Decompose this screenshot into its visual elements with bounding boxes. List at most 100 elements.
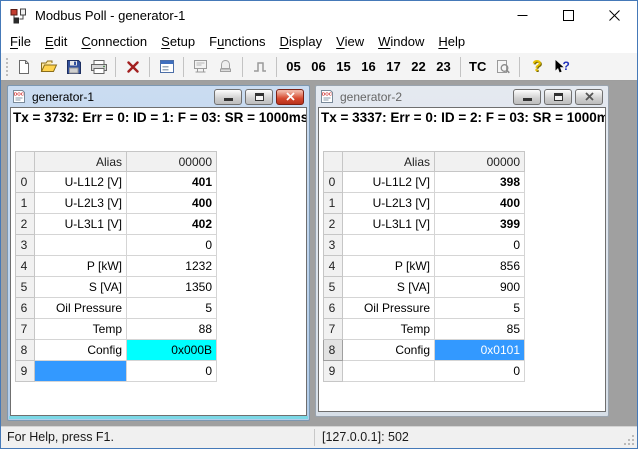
- close-button[interactable]: [591, 1, 637, 30]
- value-column-header[interactable]: 00000: [435, 152, 525, 172]
- value-cell[interactable]: 0: [435, 235, 525, 256]
- row-number-cell[interactable]: 1: [324, 193, 343, 214]
- menu-display[interactable]: Display: [273, 31, 330, 52]
- value-cell[interactable]: 1232: [127, 256, 217, 277]
- alias-cell[interactable]: Oil Pressure: [35, 298, 127, 319]
- alias-column-header[interactable]: Alias: [343, 152, 435, 172]
- row-number-cell[interactable]: 7: [324, 319, 343, 340]
- menu-window[interactable]: Window: [371, 31, 431, 52]
- child1-titlebar[interactable]: DOC generator-1: [8, 86, 309, 107]
- resize-grip[interactable]: [623, 434, 635, 446]
- value-cell[interactable]: 900: [435, 277, 525, 298]
- alias-column-header[interactable]: Alias: [35, 152, 127, 172]
- row-number-cell[interactable]: 4: [324, 256, 343, 277]
- alias-cell[interactable]: P [kW]: [35, 256, 127, 277]
- alias-cell[interactable]: U-L1L2 [V]: [35, 172, 127, 193]
- child1-restore-button[interactable]: [245, 89, 273, 105]
- row-number-cell[interactable]: 0: [16, 172, 35, 193]
- new-file-button[interactable]: [12, 55, 35, 78]
- menu-help[interactable]: Help: [431, 31, 472, 52]
- maximize-button[interactable]: [545, 1, 591, 30]
- alias-cell[interactable]: U-L3L1 [V]: [343, 214, 435, 235]
- value-cell[interactable]: 400: [127, 193, 217, 214]
- value-cell[interactable]: 5: [435, 298, 525, 319]
- row-number-cell[interactable]: 2: [324, 214, 343, 235]
- child2-titlebar[interactable]: DOC generator-2: [316, 86, 608, 107]
- function-15-button[interactable]: 15: [332, 55, 355, 78]
- alias-cell[interactable]: U-L1L2 [V]: [343, 172, 435, 193]
- about-button[interactable]: ?: [525, 55, 548, 78]
- print-preview-button[interactable]: [491, 55, 514, 78]
- value-column-header[interactable]: 00000: [127, 152, 217, 172]
- function-16-button[interactable]: 16: [357, 55, 380, 78]
- menu-setup[interactable]: Setup: [154, 31, 202, 52]
- toolbar-grip[interactable]: [5, 57, 9, 77]
- child1-close-button[interactable]: [276, 89, 304, 105]
- value-cell[interactable]: 5: [127, 298, 217, 319]
- row-number-cell[interactable]: 5: [16, 277, 35, 298]
- value-cell[interactable]: 0x0101: [435, 340, 525, 361]
- context-help-button[interactable]: ?: [550, 55, 573, 78]
- row-number-cell[interactable]: 3: [324, 235, 343, 256]
- function-23-button[interactable]: 23: [432, 55, 455, 78]
- function-06-button[interactable]: 06: [307, 55, 330, 78]
- alias-cell[interactable]: Config: [35, 340, 127, 361]
- alias-cell[interactable]: [343, 361, 435, 382]
- menu-file[interactable]: File: [3, 31, 38, 52]
- alarm-button[interactable]: [214, 55, 237, 78]
- value-cell[interactable]: 398: [435, 172, 525, 193]
- child2-minimize-button[interactable]: [513, 89, 541, 105]
- alias-cell[interactable]: P [kW]: [343, 256, 435, 277]
- function-05-button[interactable]: 05: [282, 55, 305, 78]
- value-cell[interactable]: 88: [127, 319, 217, 340]
- child1-minimize-button[interactable]: [214, 89, 242, 105]
- value-cell[interactable]: 1350: [127, 277, 217, 298]
- value-cell[interactable]: 0x000B: [127, 340, 217, 361]
- value-cell[interactable]: 399: [435, 214, 525, 235]
- row-number-cell[interactable]: 4: [16, 256, 35, 277]
- row-number-cell[interactable]: 7: [16, 319, 35, 340]
- row-number-cell[interactable]: 8: [16, 340, 35, 361]
- alias-cell[interactable]: Config: [343, 340, 435, 361]
- value-cell[interactable]: 0: [435, 361, 525, 382]
- alias-cell[interactable]: Temp: [343, 319, 435, 340]
- menu-functions[interactable]: Functions: [202, 31, 272, 52]
- value-cell[interactable]: 85: [435, 319, 525, 340]
- row-number-cell[interactable]: 6: [16, 298, 35, 319]
- menu-view[interactable]: View: [329, 31, 371, 52]
- row-number-cell[interactable]: 1: [16, 193, 35, 214]
- menu-edit[interactable]: Edit: [38, 31, 74, 52]
- single-poll-button[interactable]: [248, 55, 271, 78]
- alias-cell[interactable]: U-L2L3 [V]: [35, 193, 127, 214]
- function-22-button[interactable]: 22: [407, 55, 430, 78]
- grid-corner-cell[interactable]: [16, 152, 35, 172]
- alias-cell[interactable]: [343, 235, 435, 256]
- alias-cell[interactable]: [35, 361, 127, 382]
- alias-cell[interactable]: [35, 235, 127, 256]
- row-number-cell[interactable]: 2: [16, 214, 35, 235]
- function-17-button[interactable]: 17: [382, 55, 405, 78]
- save-button[interactable]: [62, 55, 85, 78]
- minimize-button[interactable]: [499, 1, 545, 30]
- value-cell[interactable]: 401: [127, 172, 217, 193]
- value-cell[interactable]: 0: [127, 361, 217, 382]
- value-cell[interactable]: 0: [127, 235, 217, 256]
- open-file-button[interactable]: [37, 55, 60, 78]
- row-number-cell[interactable]: 6: [324, 298, 343, 319]
- communication-traffic-button[interactable]: [189, 55, 212, 78]
- row-number-cell[interactable]: 3: [16, 235, 35, 256]
- alias-cell[interactable]: U-L2L3 [V]: [343, 193, 435, 214]
- alias-cell[interactable]: S [VA]: [343, 277, 435, 298]
- row-number-cell[interactable]: 9: [16, 361, 35, 382]
- print-button[interactable]: [87, 55, 110, 78]
- cancel-poll-button[interactable]: [121, 55, 144, 78]
- alias-cell[interactable]: S [VA]: [35, 277, 127, 298]
- row-number-cell[interactable]: 8: [324, 340, 343, 361]
- alias-cell[interactable]: Temp: [35, 319, 127, 340]
- value-cell[interactable]: 400: [435, 193, 525, 214]
- value-cell[interactable]: 856: [435, 256, 525, 277]
- child2-close-button[interactable]: [575, 89, 603, 105]
- test-center-button[interactable]: TC: [466, 55, 489, 78]
- row-number-cell[interactable]: 5: [324, 277, 343, 298]
- value-cell[interactable]: 402: [127, 214, 217, 235]
